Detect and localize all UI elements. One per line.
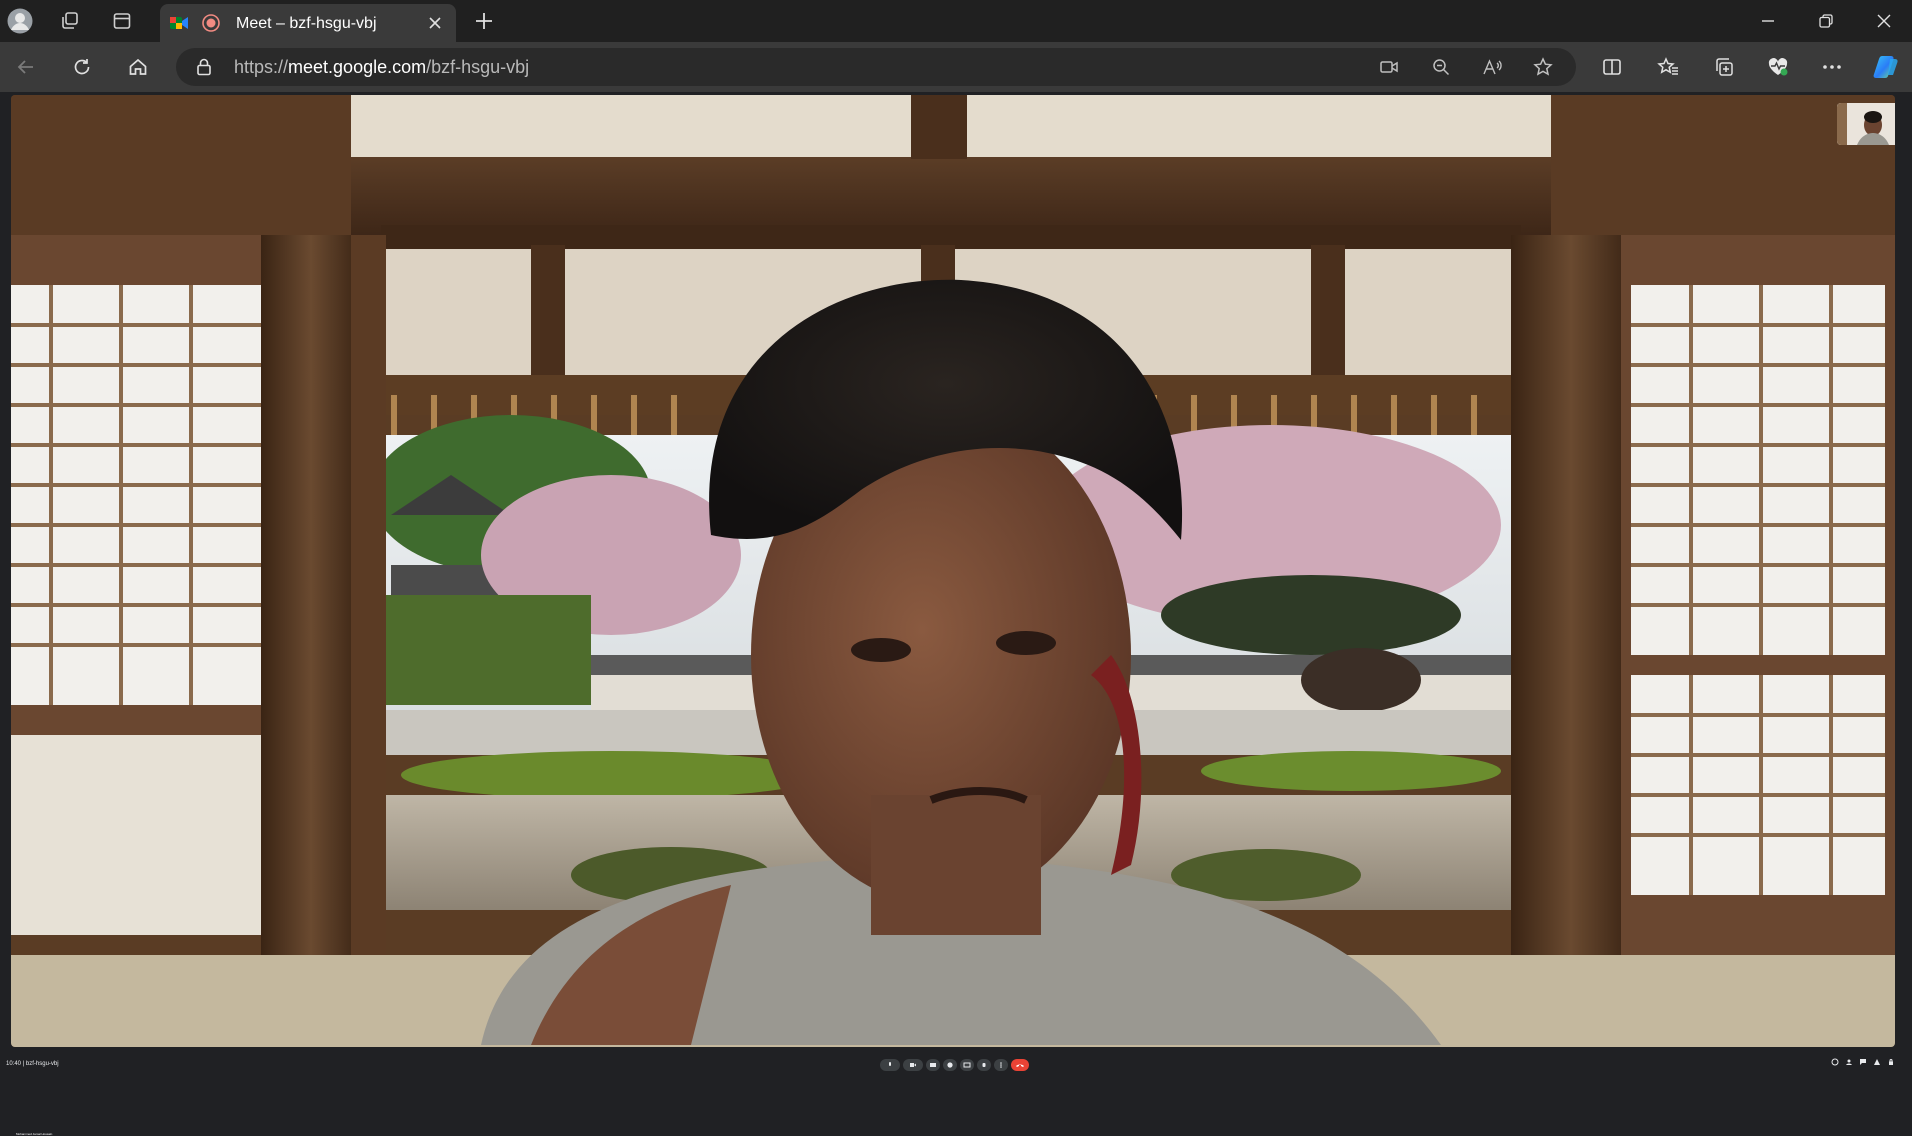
video-camera-icon [910, 1063, 916, 1067]
microphone-icon [889, 1062, 891, 1066]
favorite-star-icon[interactable] [1532, 56, 1554, 78]
browser-essentials-icon[interactable] [1766, 55, 1790, 79]
participant-video[interactable] [11, 95, 1895, 1047]
chat-button[interactable] [1858, 1057, 1868, 1067]
meet-control-bar: 10:40 | bzf-hsgu-vbj [0, 1052, 1912, 1079]
toolbar: https://meet.google.com/bzf-hsgu-vbj [0, 42, 1912, 92]
participant-video-frame [11, 95, 1895, 1047]
recording-indicator-icon [202, 14, 220, 32]
profile-avatar-icon[interactable] [6, 7, 34, 35]
tab-meet[interactable]: Meet – bzf-hsgu-vbj [160, 4, 456, 42]
workspaces-icon[interactable] [58, 9, 82, 33]
present-screen-icon [963, 1062, 971, 1068]
meeting-side-controls [1830, 1057, 1896, 1067]
zoom-out-icon[interactable] [1430, 57, 1452, 77]
lock-person-icon [1889, 1059, 1893, 1065]
tab-actions-icon[interactable] [110, 9, 134, 33]
self-view-tile[interactable] [1837, 103, 1895, 145]
end-call-icon [1016, 1064, 1024, 1067]
hand-icon [982, 1063, 986, 1067]
camera-icon[interactable] [1378, 57, 1400, 77]
restore-window-icon[interactable] [1814, 9, 1838, 33]
raise-hand-button[interactable] [977, 1059, 991, 1071]
copilot-icon[interactable] [1872, 53, 1900, 81]
meet-stage: Mohammed Jamal Hossain 10:40 | bzf-hsgu-… [0, 92, 1912, 1136]
new-tab-icon[interactable] [472, 9, 496, 33]
host-controls-button[interactable] [1886, 1057, 1896, 1067]
google-meet-favicon-icon [170, 14, 188, 32]
present-button[interactable] [960, 1059, 974, 1071]
people-button[interactable] [1844, 1057, 1854, 1067]
people-icon [1846, 1059, 1852, 1065]
close-window-icon[interactable] [1872, 9, 1896, 33]
activities-icon [1874, 1059, 1880, 1065]
reactions-button[interactable] [943, 1059, 957, 1071]
more-vert-icon [1000, 1062, 1002, 1068]
emoji-icon [947, 1062, 953, 1068]
leave-call-button[interactable] [1011, 1059, 1029, 1071]
more-options-icon[interactable] [1820, 55, 1844, 79]
meeting-time: 10:40 [6, 1061, 22, 1067]
call-controls [880, 1057, 1029, 1073]
read-aloud-icon[interactable] [1482, 57, 1504, 77]
info-icon [1831, 1058, 1839, 1066]
address-bar[interactable]: https://meet.google.com/bzf-hsgu-vbj [176, 48, 1576, 86]
back-icon[interactable] [14, 55, 38, 79]
close-tab-icon[interactable] [426, 14, 444, 32]
self-view-preview [1837, 103, 1895, 145]
captions-icon [930, 1063, 936, 1067]
tab-strip: Meet – bzf-hsgu-vbj [0, 0, 1912, 42]
captions-button[interactable] [926, 1059, 940, 1071]
split-screen-icon[interactable] [1600, 55, 1624, 79]
meeting-code: bzf-hsgu-vbj [25, 1061, 59, 1067]
collections-icon[interactable] [1712, 55, 1736, 79]
favorites-icon[interactable] [1656, 55, 1680, 79]
camera-button[interactable] [903, 1059, 923, 1071]
activities-button[interactable] [1872, 1057, 1882, 1067]
participant-name-tag: Mohammed Jamal Hossain [16, 1132, 53, 1136]
chat-icon [1860, 1059, 1866, 1065]
minimize-window-icon[interactable] [1756, 9, 1780, 33]
more-options-button[interactable] [994, 1059, 1008, 1071]
home-icon[interactable] [126, 55, 150, 79]
url-text: https://meet.google.com/bzf-hsgu-vbj [234, 57, 530, 77]
microphone-button[interactable] [880, 1059, 900, 1071]
meeting-info: 10:40 | bzf-hsgu-vbj [6, 1061, 59, 1067]
lock-icon[interactable] [194, 57, 214, 77]
tab-title: Meet – bzf-hsgu-vbj [236, 15, 377, 32]
refresh-icon[interactable] [70, 55, 94, 79]
meeting-details-button[interactable] [1830, 1057, 1840, 1067]
